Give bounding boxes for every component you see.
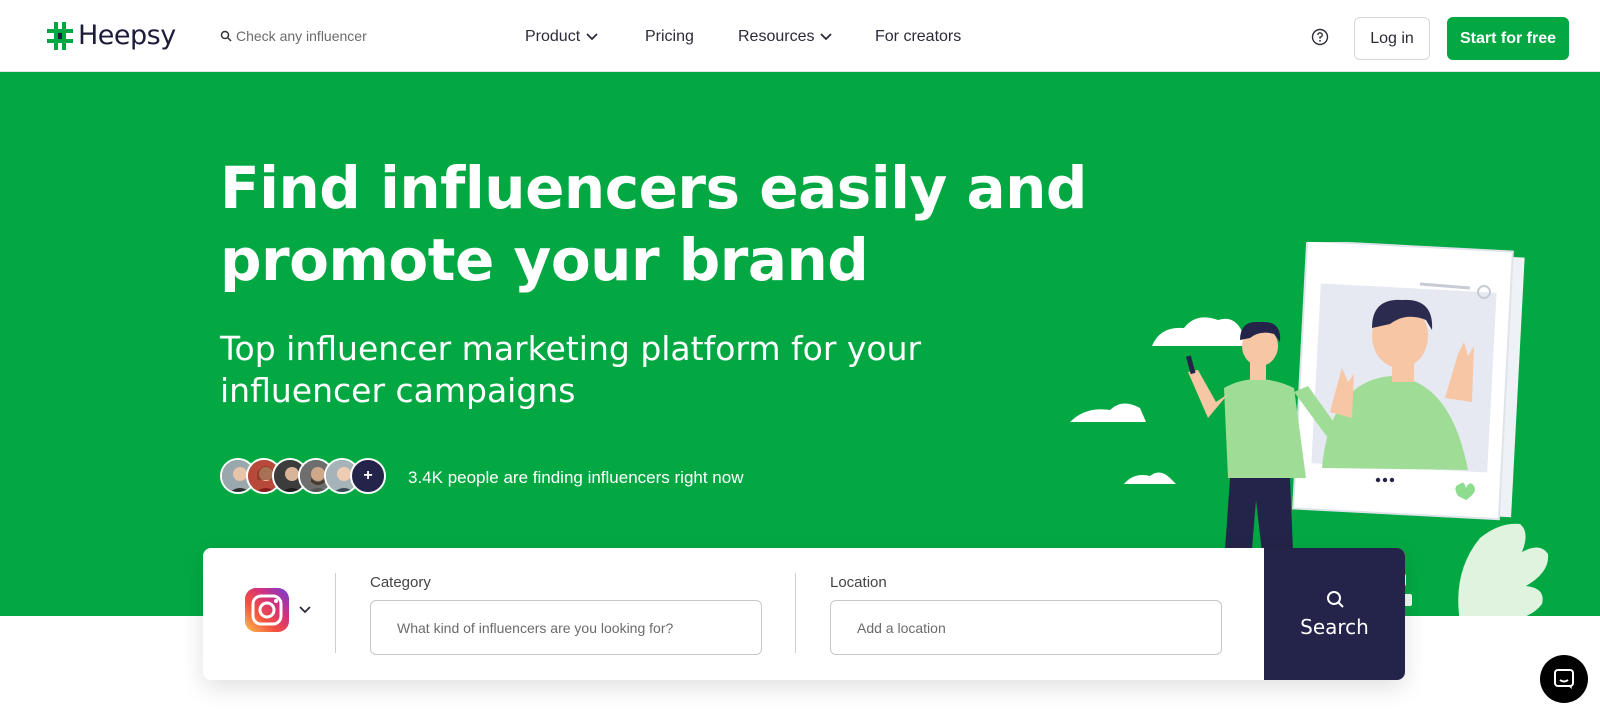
nav-resources-label: Resources: [738, 28, 815, 45]
nav-for-creators-label: For creators: [875, 28, 962, 45]
top-navbar: Heepsy Product Pricing Resources For cre…: [0, 0, 1600, 72]
divider: [335, 573, 336, 653]
search-card: Category Location Search: [203, 548, 1405, 680]
nav-pricing-label: Pricing: [645, 28, 694, 45]
nav-resources[interactable]: Resources: [738, 28, 833, 46]
search-icon: [1326, 591, 1344, 608]
nav-pricing[interactable]: Pricing: [645, 28, 694, 46]
nav-product-label: Product: [525, 28, 581, 45]
nav-for-creators[interactable]: For creators: [875, 28, 961, 46]
hero-subtitle: Top influencer marketing platform for yo…: [220, 329, 922, 410]
chat-button[interactable]: [1540, 655, 1588, 703]
divider: [795, 573, 796, 653]
instagram-icon: [245, 588, 289, 632]
more-avatars-badge: +: [350, 458, 386, 494]
category-input[interactable]: [370, 600, 762, 655]
search-button-label: Search: [1300, 615, 1369, 639]
search-icon: [220, 30, 232, 42]
avatar-stack: +: [220, 458, 386, 494]
chevron-down-icon: [586, 33, 598, 41]
logo-text: Heepsy: [78, 20, 176, 51]
nav-product[interactable]: Product: [525, 28, 598, 46]
influencer-search-input[interactable]: [236, 28, 436, 44]
cloud-icon: [1070, 403, 1146, 422]
social-proof-text: 3.4K people are finding influencers righ…: [408, 468, 744, 487]
cloud-icon: [1152, 317, 1250, 346]
help-icon[interactable]: [1311, 28, 1329, 46]
start-for-free-button[interactable]: Start for free: [1447, 17, 1569, 60]
category-label: Category: [370, 574, 431, 591]
cloud-icon: [1124, 472, 1176, 484]
chevron-down-icon: [299, 606, 311, 614]
hero-section: Find influencers easily and promote your…: [0, 72, 1600, 616]
logo-mark-icon: [47, 21, 73, 50]
chat-icon: [1554, 669, 1574, 689]
logo[interactable]: Heepsy: [46, 20, 176, 51]
location-input[interactable]: [830, 600, 1222, 655]
login-button[interactable]: Log in: [1354, 17, 1430, 60]
location-label: Location: [830, 574, 887, 591]
platform-selector[interactable]: [245, 588, 311, 632]
chevron-down-icon: [820, 33, 833, 41]
leaf-icon: [1458, 523, 1549, 616]
nav-search[interactable]: [220, 28, 436, 44]
search-button[interactable]: Search: [1264, 548, 1405, 680]
